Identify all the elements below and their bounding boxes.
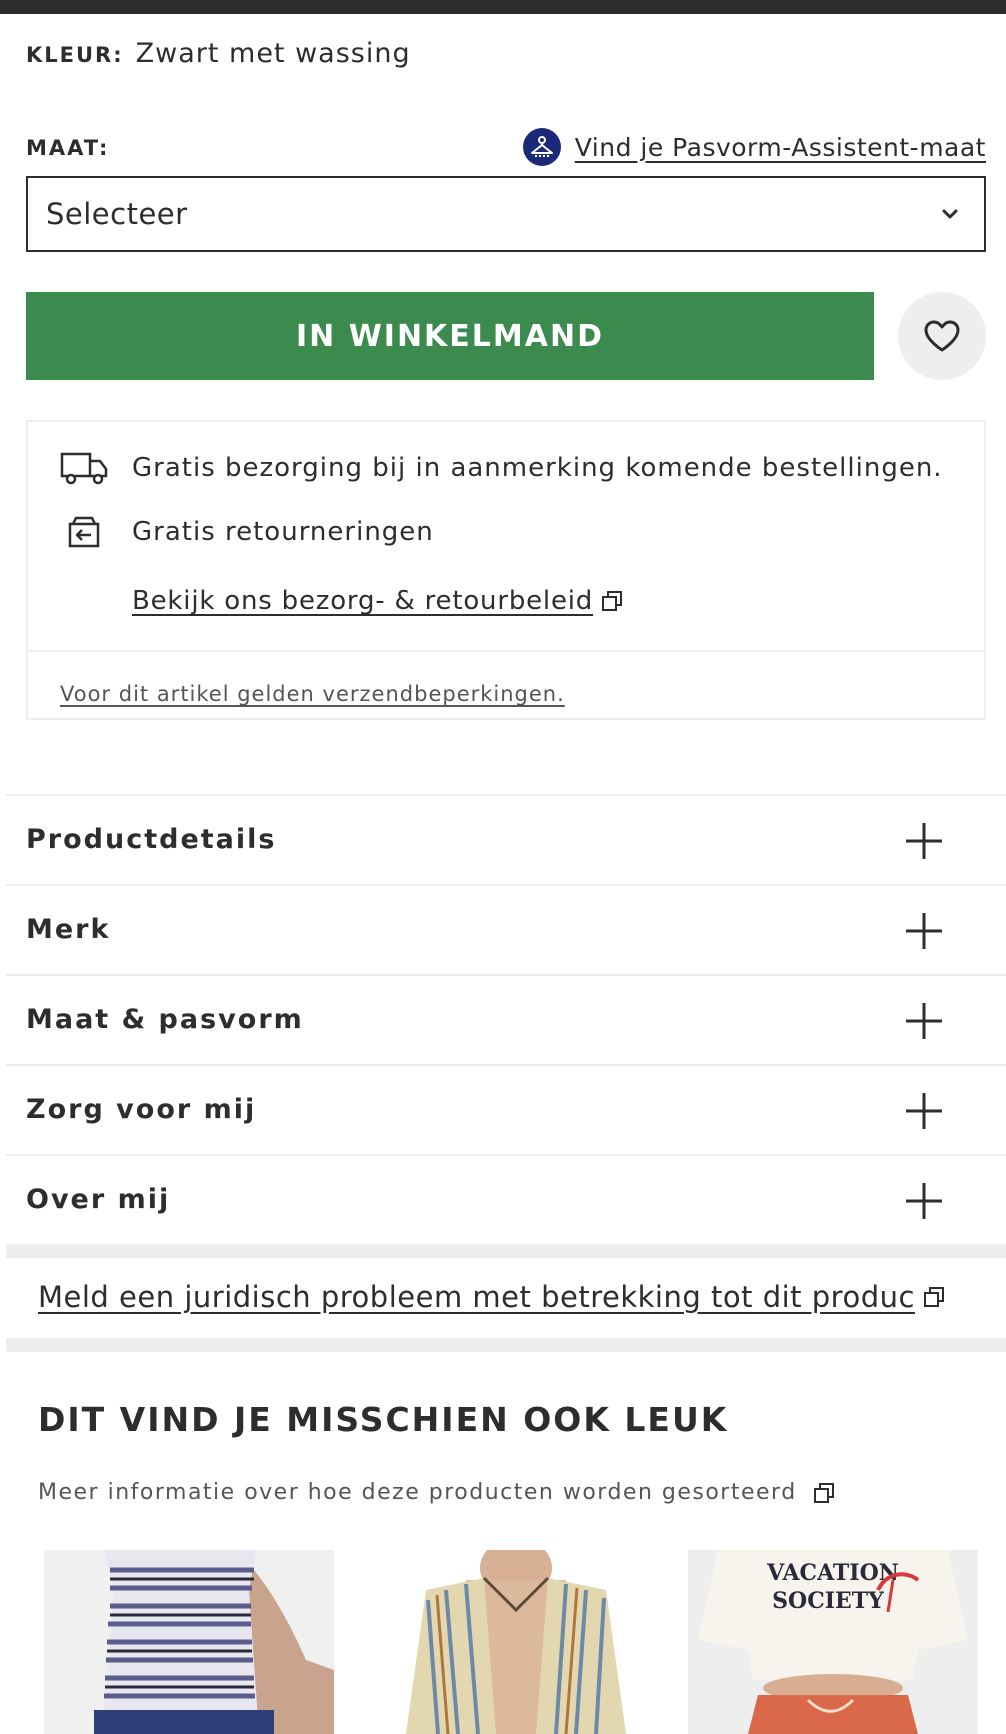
external-link-icon: [813, 1482, 834, 1503]
product-card-vacation-society-tee[interactable]: VACATION SOCIETY: [688, 1550, 978, 1734]
accordion-brand[interactable]: Merk: [6, 884, 1006, 974]
colour-row: KLEUR: Zwart met wassing: [26, 38, 411, 72]
product-page: KLEUR: Zwart met wassing MAAT: Vind je P…: [6, 14, 1006, 1734]
plus-icon: [906, 913, 942, 949]
external-link-icon: [923, 1287, 944, 1307]
svg-text:SOCIETY: SOCIETY: [772, 1588, 884, 1614]
heart-icon: [924, 320, 960, 352]
legal-report-band: Meld een juridisch probleem met betrekki…: [6, 1244, 1006, 1352]
fit-assistant-label[interactable]: Vind je Pasvorm-Assistent-maat: [575, 133, 986, 162]
accordion-product-details[interactable]: Productdetails: [6, 794, 1006, 884]
accordion-label: Merk: [26, 914, 111, 945]
size-row: MAAT: Vind je Pasvorm-Assistent-maat: [26, 122, 986, 166]
add-to-bag-label: IN WINKELMAND: [295, 318, 604, 354]
delivery-policy-link[interactable]: Bekijk ons bezorg- & retourbeleid: [132, 586, 623, 616]
plus-icon: [906, 1183, 942, 1219]
product-card-striped-shirt[interactable]: [366, 1550, 656, 1734]
product-card-striped-tank-top[interactable]: [44, 1550, 334, 1734]
legal-report-link[interactable]: Meld een juridisch probleem met betrekki…: [38, 1280, 945, 1314]
save-for-later-button[interactable]: [898, 292, 986, 380]
recommended-products: VACATION SOCIETY: [44, 1550, 984, 1734]
external-link-icon: [602, 591, 623, 611]
free-delivery-text: Gratis bezorging bij in aanmerking komen…: [132, 453, 943, 483]
accordion-label: Over mij: [26, 1184, 171, 1215]
recommendations-subtitle[interactable]: Meer informatie over hoe deze producten …: [38, 1480, 797, 1505]
product-image: [366, 1550, 656, 1734]
add-to-bag-button[interactable]: IN WINKELMAND: [26, 292, 874, 380]
delivery-info-box: Gratis bezorging bij in aanmerking komen…: [26, 420, 986, 720]
colour-label: KLEUR:: [26, 43, 124, 67]
plus-icon: [906, 1093, 942, 1129]
shipping-restrictions-link[interactable]: Voor dit artikel gelden verzendbeperking…: [60, 682, 565, 706]
accordion-label: Maat & pasvorm: [26, 1004, 304, 1035]
divider: [28, 650, 984, 652]
accordion-label: Zorg voor mij: [26, 1094, 257, 1125]
colour-value: Zwart met wassing: [135, 38, 411, 69]
truck-icon: [60, 448, 108, 488]
returns-box-icon: [60, 512, 108, 552]
recommendations-sorting-info-link[interactable]: Meer informatie over hoe deze producten …: [38, 1480, 835, 1505]
size-select-value: Selecteer: [46, 197, 188, 231]
top-bar: [0, 0, 1006, 14]
product-info-accordion: Productdetails Merk Maat & pasvorm Zorg …: [6, 794, 1006, 1244]
size-label: MAAT:: [26, 136, 110, 160]
svg-text:VACATION: VACATION: [766, 1560, 899, 1586]
hanger-icon: [522, 128, 561, 166]
accordion-size-fit[interactable]: Maat & pasvorm: [6, 974, 1006, 1064]
plus-icon: [906, 823, 942, 859]
plus-icon: [906, 1003, 942, 1039]
free-returns-text: Gratis retourneringen: [132, 517, 434, 547]
accordion-about-me[interactable]: Over mij: [6, 1154, 1006, 1244]
legal-report-label[interactable]: Meld een juridisch probleem met betrekki…: [38, 1280, 915, 1314]
delivery-policy-label[interactable]: Bekijk ons bezorg- & retourbeleid: [132, 586, 593, 616]
recommendations-title: DIT VIND JE MISSCHIEN OOK LEUK: [38, 1400, 729, 1439]
accordion-label: Productdetails: [26, 824, 277, 855]
product-image: [44, 1550, 334, 1734]
product-image: VACATION SOCIETY: [688, 1550, 978, 1734]
accordion-care[interactable]: Zorg voor mij: [6, 1064, 1006, 1154]
size-select[interactable]: Selecteer: [26, 176, 986, 252]
chevron-down-icon: [942, 209, 958, 219]
free-returns-row: Gratis retourneringen: [60, 512, 434, 552]
fit-assistant-link[interactable]: Vind je Pasvorm-Assistent-maat: [522, 128, 986, 166]
free-delivery-row: Gratis bezorging bij in aanmerking komen…: [60, 448, 943, 488]
